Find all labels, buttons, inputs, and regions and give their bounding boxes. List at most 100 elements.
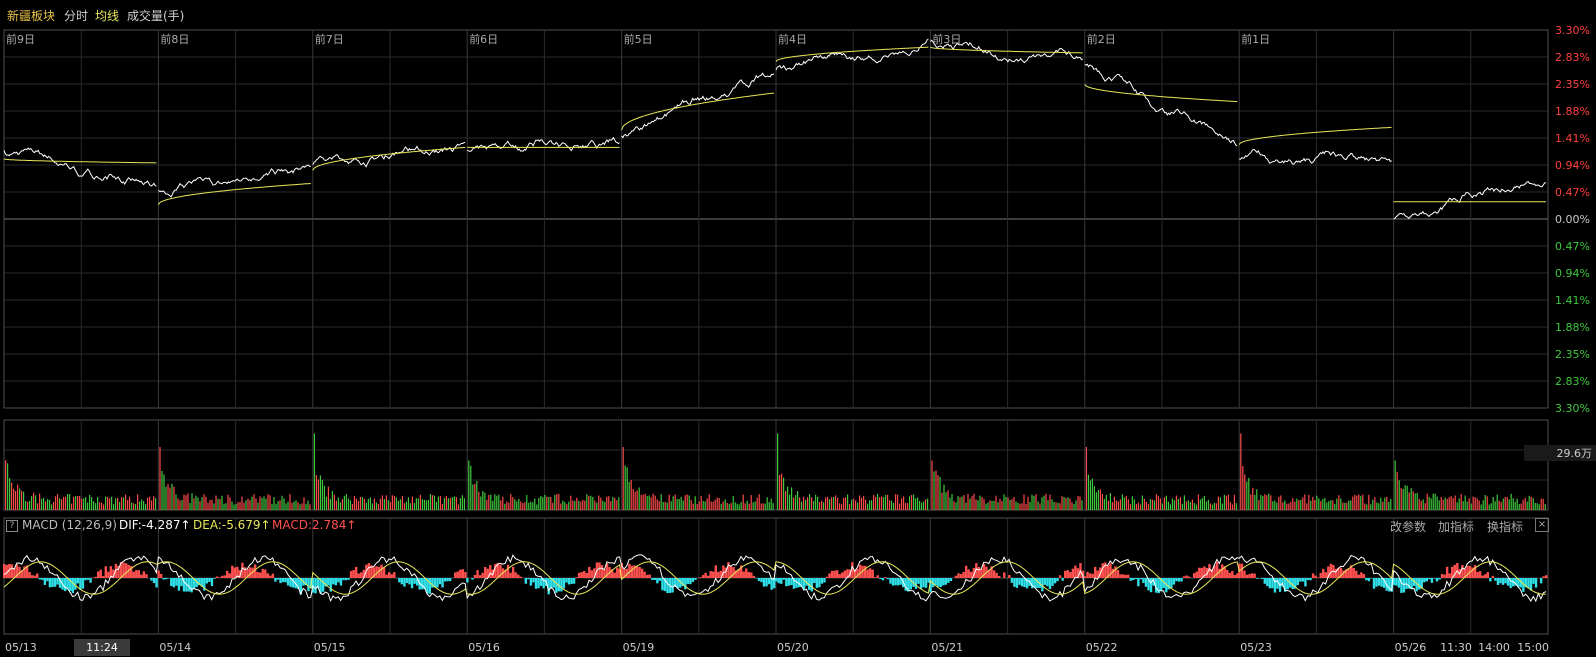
macd-histogram-bar [841,572,844,578]
chart-area[interactable]: 3.30% 2.83% 2.35% 1.88% 1.41% 0.94% 0.47% 0.00%… [0,0,1596,657]
macd-histogram-bar [765,578,768,587]
volume-bar [1494,501,1496,510]
volume-bar [891,500,893,510]
volume-bar [297,502,299,510]
macd-histogram-bar [1316,577,1320,578]
volume-bar [447,498,449,510]
volume-bar [1075,500,1077,510]
volume-bar [1173,500,1175,510]
volume-bar [807,497,809,510]
volume-bar [1406,485,1408,510]
volume-bar [614,497,616,510]
macd-histogram-bar [162,578,165,580]
volume-bar [1440,496,1442,510]
volume-bar [626,467,628,510]
macd-histogram-bar [562,578,566,589]
volume-bar [1366,504,1368,510]
macd-histogram-bar [835,570,839,578]
volume-bar [61,499,63,510]
volume-bar [648,495,650,510]
average-line-segment [1084,84,1238,103]
macd-histogram-bar [461,569,465,578]
volume-bar [277,501,279,510]
volume-bar [1137,502,1139,510]
volume-bar [1003,494,1005,510]
volume-bar [1035,494,1037,510]
day-label: 前1日 [1241,32,1270,46]
volume-bar [594,500,596,510]
volume-bar [1446,498,1448,510]
volume-bar [1516,498,1518,510]
volume-bar [476,480,478,510]
volume-bar [1203,495,1205,510]
volume-bar [1304,494,1306,510]
volume-bar [1105,494,1107,510]
volume-bar [1069,498,1071,510]
volume-bar [1508,499,1510,510]
volume-bar [339,502,341,510]
volume-bar [618,497,620,510]
volume-bar [115,498,117,510]
macd-histogram-bar [170,578,173,587]
volume-bar [1189,502,1191,510]
volume-bar [1488,504,1490,510]
volume-bar [1258,500,1260,510]
volume-bar [1504,496,1506,510]
volume-bar [1033,495,1035,510]
volume-bar [754,501,756,510]
macd-histogram-bar [1263,578,1266,584]
macd-histogram-bar [339,578,343,586]
macd-histogram-bar [228,573,231,578]
volume-bar [57,494,59,510]
volume-bar [981,497,983,510]
volume-bar [1536,503,1538,510]
volume-bar [1211,504,1213,510]
macd-histogram-bar [81,578,85,589]
volume-bar [1163,497,1165,510]
macd-histogram-bar [560,578,563,592]
switch-indicator-button[interactable]: 换指标 [1487,518,1523,535]
volume-bar [1332,500,1334,510]
macd-histogram-bar [478,575,482,578]
volume-bar [137,494,139,510]
macd-histogram-bar [780,578,783,584]
macd-histogram-bar [1036,578,1039,589]
macd-histogram-bar [1132,578,1135,581]
volume-bar [861,497,863,510]
volume-bar [550,497,552,510]
volume-bar [367,498,369,510]
volume-bar [1183,495,1185,510]
volume-bar [1266,495,1268,510]
volume-bar [726,502,728,510]
volume-bar [1027,496,1029,510]
volume-bar [1213,502,1215,510]
macd-histogram-bar [1296,578,1300,586]
macd-histogram-bar [481,572,484,578]
macd-histogram-bar [934,578,937,586]
volume-bar [259,496,261,510]
change-params-button[interactable]: 改参数 [1390,518,1426,535]
add-indicator-button[interactable]: 加指标 [1438,518,1474,535]
volume-bar [897,494,899,510]
volume-bar [413,503,415,510]
macd-histogram-bar [1243,570,1246,578]
volume-bar [75,496,77,510]
volume-bar [267,494,269,510]
volume-bar [287,501,289,510]
volume-bar [640,494,642,510]
macd-histogram-bar [1121,574,1125,578]
macd-histogram-bar [71,578,74,594]
volume-bar [1326,502,1328,510]
macd-histogram-bar [534,578,538,589]
macd-histogram-bar [334,578,338,586]
volume-bar [1452,498,1454,510]
volume-bar [265,498,267,510]
volume-bar [283,498,285,510]
macd-histogram-bar [616,567,619,578]
volume-bar [147,497,149,510]
volume-bar [173,486,175,510]
close-icon[interactable]: × [1535,518,1549,532]
volume-bar [506,501,508,510]
macd-histogram-bar [46,578,49,582]
volume-bar [688,495,690,510]
